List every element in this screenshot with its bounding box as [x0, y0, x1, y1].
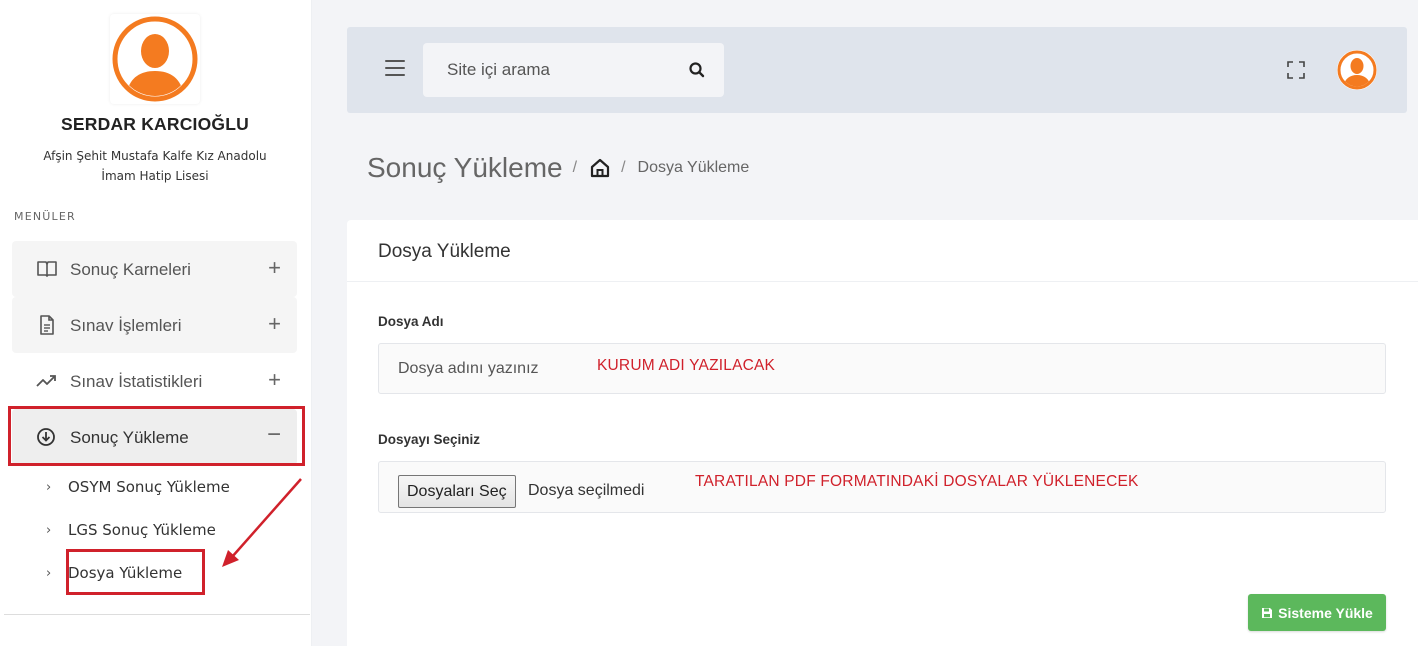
school-line-1: Afşin Şehit Mustafa Kalfe Kız Anadolu [43, 149, 267, 163]
sidebar-item-label: Sınav İşlemleri [70, 316, 182, 335]
choose-files-button[interactable]: Dosyaları Seç [398, 475, 516, 508]
user-avatar-icon [112, 16, 198, 102]
document-icon [40, 315, 54, 335]
file-name-input[interactable] [379, 344, 579, 393]
download-circle-icon [37, 428, 55, 446]
menu-caption: MENÜLER [14, 210, 76, 223]
breadcrumb-separator: / [621, 159, 626, 176]
plus-icon: + [268, 367, 281, 392]
breadcrumb-separator: / [572, 159, 578, 176]
sidebar-item-label: Sonuç Yükleme [70, 428, 189, 447]
breadcrumb: Sonuç Yükleme / / Dosya Yükleme [367, 150, 749, 186]
subitem-lgs-sonuc-yukleme[interactable]: › LGS Sonuç Yükleme [46, 518, 216, 542]
file-name-annotation: KURUM ADI YAZILACAK [597, 357, 776, 374]
file-name-label: Dosya Adı [378, 314, 444, 329]
upload-card: Dosya Yükleme Dosya Adı KURUM ADI YAZILA… [347, 220, 1418, 646]
search-input[interactable] [423, 43, 673, 97]
file-status: Dosya seçilmedi [528, 482, 645, 499]
breadcrumb-current: Dosya Yükleme [637, 159, 750, 176]
plus-icon: + [268, 311, 281, 336]
card-title: Dosya Yükleme [378, 241, 511, 262]
subitem-label: LGS Sonuç Yükleme [68, 521, 216, 539]
save-icon [1262, 607, 1273, 618]
search-box [423, 43, 724, 97]
profile-avatar[interactable] [110, 14, 200, 104]
chevron-right-icon: › [46, 479, 52, 495]
subitem-label: OSYM Sonuç Yükleme [68, 478, 230, 496]
plus-icon: + [268, 255, 281, 280]
search-icon[interactable] [688, 61, 706, 79]
file-select-label: Dosyayı Seçiniz [378, 432, 481, 447]
subitem-dosya-yukleme[interactable]: › Dosya Yükleme [46, 561, 182, 585]
subitem-osym-sonuc-yukleme[interactable]: › OSYM Sonuç Yükleme [46, 475, 230, 499]
sidebar-item-sonuc-yukleme[interactable]: Sonuç Yükleme − [12, 409, 297, 465]
school-line-2: İmam Hatip Lisesi [101, 169, 209, 183]
submit-upload-button[interactable]: Sisteme Yükle [1248, 594, 1386, 631]
top-avatar[interactable] [1337, 50, 1377, 90]
page-title: Sonuç Yükleme [367, 152, 563, 183]
home-icon[interactable] [589, 157, 611, 179]
chevron-right-icon: › [46, 522, 52, 538]
menu-icon[interactable] [385, 60, 405, 76]
sidebar-item-sinav-istatistikleri[interactable]: Sınav İstatistikleri + [12, 353, 297, 409]
sidebar-item-label: Sonuç Karneleri [70, 260, 191, 279]
user-avatar-icon [1337, 50, 1377, 90]
user-name: SERDAR KARCIOĞLU [61, 114, 249, 134]
file-name-field-wrap [378, 343, 1386, 394]
submit-label: Sisteme Yükle [1278, 604, 1373, 621]
sidebar-divider [4, 614, 310, 615]
card-header: Dosya Yükleme [347, 220, 1418, 282]
fullscreen-icon[interactable] [1286, 60, 1306, 80]
sidebar-item-sinav-islemleri[interactable]: Sınav İşlemleri + [12, 297, 297, 353]
open-book-icon [37, 261, 57, 277]
user-school: Afşin Şehit Mustafa Kalfe Kız Anadolu İm… [22, 146, 288, 186]
main-content: Sonuç Yükleme / / Dosya Yükleme Dosya Yü… [312, 0, 1418, 646]
trending-up-icon [36, 375, 56, 387]
top-bar [347, 27, 1407, 113]
chevron-right-icon: › [46, 565, 52, 581]
sidebar-item-sonuc-karneleri[interactable]: Sonuç Karneleri + [12, 241, 297, 297]
minus-icon: − [266, 421, 281, 448]
file-select-annotation: TARATILAN PDF FORMATINDAKİ DOSYALAR YÜKL… [695, 473, 1139, 490]
sidebar-item-label: Sınav İstatistikleri [70, 372, 203, 391]
subitem-label: Dosya Yükleme [68, 564, 183, 582]
sidebar: SERDAR KARCIOĞLU Afşin Şehit Mustafa Kal… [0, 0, 312, 646]
